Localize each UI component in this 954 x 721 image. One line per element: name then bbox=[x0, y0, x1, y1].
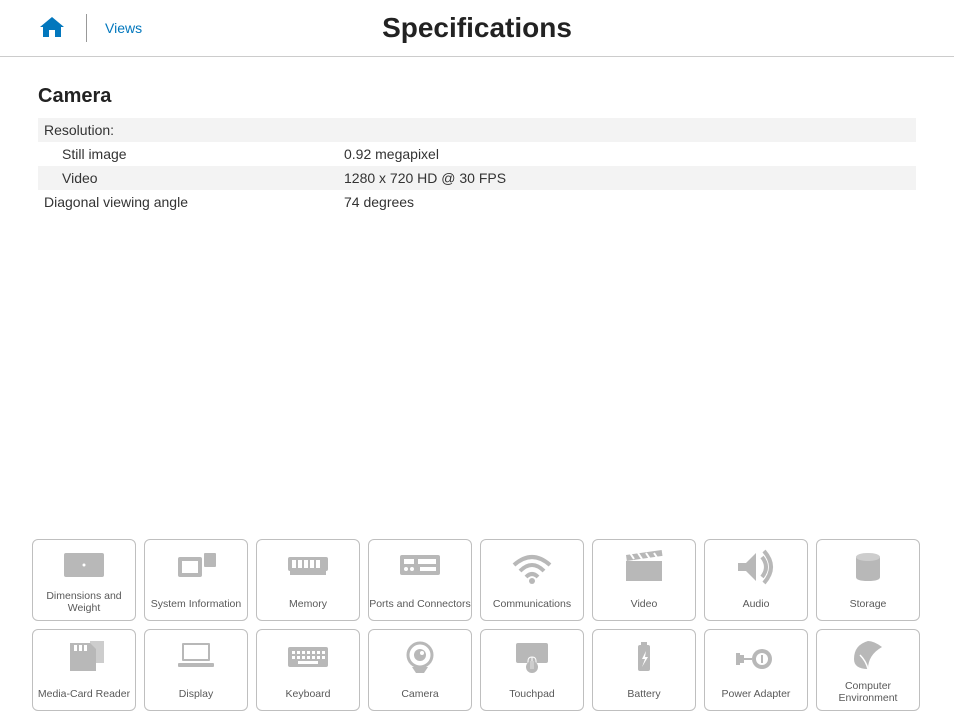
nav-card-keyboard[interactable]: Keyboard bbox=[256, 629, 360, 711]
nav-card-storage[interactable]: Storage bbox=[816, 539, 920, 621]
spec-label: Resolution: bbox=[44, 122, 344, 138]
nav-label: Storage bbox=[850, 594, 887, 620]
section-title: Camera bbox=[38, 85, 916, 108]
speaker-icon bbox=[732, 540, 780, 594]
spec-table: Resolution:Still image0.92 megapixelVide… bbox=[38, 118, 916, 214]
wifi-icon bbox=[508, 540, 556, 594]
nav-label: Communications bbox=[493, 594, 571, 620]
nav-card-communications[interactable]: Communications bbox=[480, 539, 584, 621]
sdcard-icon bbox=[60, 630, 108, 684]
home-link[interactable] bbox=[40, 17, 64, 39]
nav-card-system-info[interactable]: System Information bbox=[144, 539, 248, 621]
nav-card-environment[interactable]: Computer Environment bbox=[816, 629, 920, 711]
nav-label: Display bbox=[179, 684, 213, 710]
nav-label: Touchpad bbox=[509, 684, 555, 710]
spec-value: 0.92 megapixel bbox=[344, 146, 910, 162]
drive-icon bbox=[844, 540, 892, 594]
nav-card-camera[interactable]: Camera bbox=[368, 629, 472, 711]
laptop-closed-icon bbox=[60, 540, 108, 590]
top-nav: Views Specifications bbox=[0, 0, 954, 57]
home-icon bbox=[40, 17, 64, 39]
bottom-nav: Dimensions and Weight System Information M… bbox=[0, 539, 954, 711]
nav-label: Power Adapter bbox=[722, 684, 791, 710]
spec-row: Resolution: bbox=[38, 118, 916, 142]
spec-row: Diagonal viewing angle74 degrees bbox=[38, 190, 916, 214]
clapper-icon bbox=[620, 540, 668, 594]
ports-icon bbox=[396, 540, 444, 594]
spec-value: 1280 x 720 HD @ 30 FPS bbox=[344, 170, 910, 186]
nav-label: Audio bbox=[743, 594, 770, 620]
spec-label: Video bbox=[44, 170, 344, 186]
nav-label: Dimensions and Weight bbox=[33, 590, 135, 620]
touchpad-icon bbox=[508, 630, 556, 684]
content-area: Camera Resolution: Still image0.92 megapi… bbox=[0, 57, 954, 214]
views-link[interactable]: Views bbox=[105, 20, 142, 36]
battery-icon bbox=[620, 630, 668, 684]
spec-label: Diagonal viewing angle bbox=[44, 194, 344, 210]
laptop-open-icon bbox=[172, 630, 220, 684]
nav-label: Computer Environment bbox=[817, 680, 919, 710]
page-title: Specifications bbox=[382, 12, 572, 44]
spec-row: Still image0.92 megapixel bbox=[38, 142, 916, 166]
spec-row: Video1280 x 720 HD @ 30 FPS bbox=[38, 166, 916, 190]
spec-label: Still image bbox=[44, 146, 344, 162]
nav-card-dimensions[interactable]: Dimensions and Weight bbox=[32, 539, 136, 621]
nav-card-ports[interactable]: Ports and Connectors bbox=[368, 539, 472, 621]
spec-value: 74 degrees bbox=[344, 194, 910, 210]
adapter-icon bbox=[732, 630, 780, 684]
nav-card-audio[interactable]: Audio bbox=[704, 539, 808, 621]
nav-card-battery[interactable]: Battery bbox=[592, 629, 696, 711]
nav-card-display[interactable]: Display bbox=[144, 629, 248, 711]
webcam-icon bbox=[396, 630, 444, 684]
nav-label: System Information bbox=[151, 594, 241, 620]
nav-label: Keyboard bbox=[286, 684, 331, 710]
nav-card-video[interactable]: Video bbox=[592, 539, 696, 621]
chip-icon bbox=[172, 540, 220, 594]
nav-label: Battery bbox=[627, 684, 660, 710]
keyboard-icon bbox=[284, 630, 332, 684]
nav-label: Memory bbox=[289, 594, 327, 620]
nav-card-memory[interactable]: Memory bbox=[256, 539, 360, 621]
nav-label: Camera bbox=[401, 684, 438, 710]
nav-card-media-card[interactable]: Media-Card Reader bbox=[32, 629, 136, 711]
nav-label: Media-Card Reader bbox=[38, 684, 130, 710]
nav-label: Video bbox=[631, 594, 658, 620]
nav-label: Ports and Connectors bbox=[369, 594, 471, 620]
nav-divider bbox=[86, 14, 87, 42]
nav-card-touchpad[interactable]: Touchpad bbox=[480, 629, 584, 711]
ram-icon bbox=[284, 540, 332, 594]
leaf-icon bbox=[844, 630, 892, 680]
nav-card-power-adapter[interactable]: Power Adapter bbox=[704, 629, 808, 711]
